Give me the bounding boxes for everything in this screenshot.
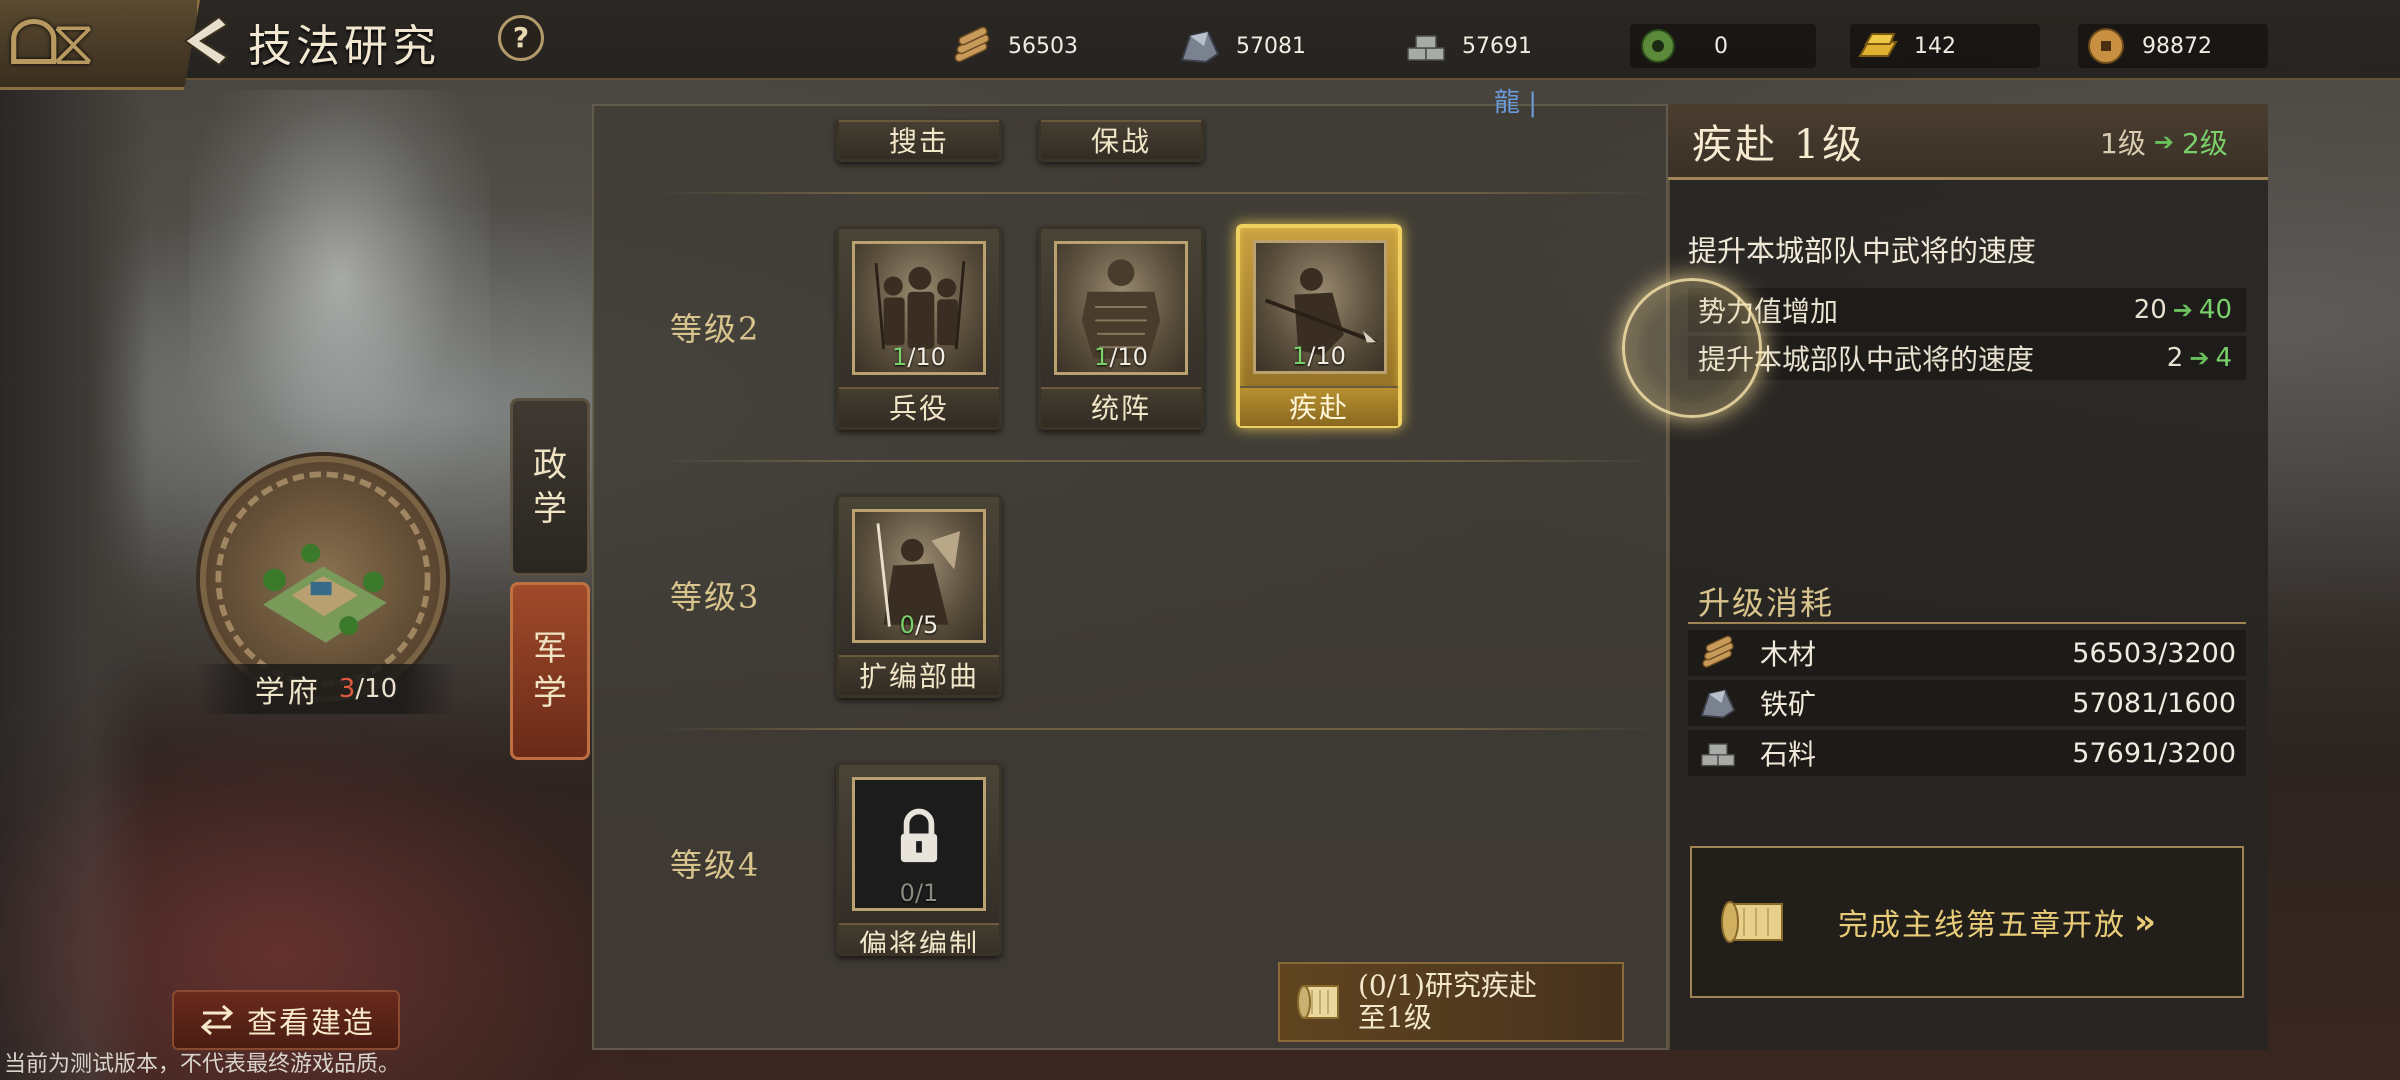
- iron-icon: [1700, 689, 1736, 719]
- skill-progress: 1/10: [1094, 343, 1148, 371]
- back-arrow-icon: [183, 15, 229, 67]
- skill-card-name: 搜击: [839, 120, 999, 159]
- cost-row-wood: 木材 56503/3200: [1688, 630, 2246, 676]
- scroll-icon: [1297, 985, 1339, 1019]
- row-divider: [650, 192, 1660, 194]
- skill-card-tongzhen[interactable]: 1/10 统阵: [1038, 226, 1204, 430]
- skill-card-jifu[interactable]: 1/10 疾赴: [1236, 224, 1402, 428]
- stone-icon: [1404, 26, 1448, 66]
- academy-label: 学府 3/10: [196, 664, 456, 714]
- skill-card-partial[interactable]: 保战: [1038, 120, 1204, 162]
- cost-divider: [1688, 622, 2246, 624]
- stat-row: 势力值增加 20 ➔ 40: [1688, 288, 2246, 332]
- tutorial-highlight-orb[interactable]: [1622, 278, 1762, 418]
- resource-stone-value: 57691: [1462, 33, 1532, 59]
- wood-icon: [1702, 635, 1734, 668]
- arrow-right-icon: ➔: [2189, 344, 2210, 372]
- cost-row-stone: 石料 57691/3200: [1688, 730, 2246, 776]
- coin-icon: [2084, 26, 2128, 66]
- skill-card-name: 扩编部曲: [839, 655, 999, 695]
- academy-level: 3/10: [338, 674, 398, 704]
- resource-jade[interactable]: 0: [1630, 24, 1816, 68]
- double-chevron-icon: »: [2134, 902, 2156, 942]
- cost-row-iron: 铁矿 57081/1600: [1688, 680, 2246, 726]
- skill-progress: 0/1: [899, 879, 939, 907]
- task-text: (0/1)研究疾赴 至1级: [1358, 969, 1537, 1034]
- resource-wood[interactable]: 56503: [950, 24, 1078, 68]
- skill-description: 提升本城部队中武将的速度: [1688, 234, 2037, 268]
- view-build-label: 查看建造: [247, 1006, 375, 1041]
- iron-icon: [1178, 26, 1222, 66]
- swap-arrows-icon: [200, 1004, 234, 1036]
- level-label: 等级4: [670, 846, 761, 884]
- back-button[interactable]: [170, 8, 240, 74]
- skill-card-kuobian[interactable]: 0/5 扩编部曲: [836, 494, 1002, 698]
- test-version-disclaimer: 当前为测试版本，不代表最终游戏品质。: [4, 1052, 401, 1077]
- skill-card-partial[interactable]: 搜击: [836, 120, 1002, 162]
- skill-card-pianjiang[interactable]: 0/1 偏将编制: [836, 762, 1002, 956]
- skill-card-bingyi[interactable]: 1/10 兵役: [836, 226, 1002, 430]
- arrow-right-icon: ➔: [2153, 128, 2174, 156]
- skill-progress: 0/5: [899, 611, 939, 639]
- resource-iron-value: 57081: [1236, 33, 1306, 59]
- arrow-right-icon: ➔: [2172, 296, 2193, 324]
- skill-card-name: 偏将编制: [839, 923, 999, 953]
- skill-progress: 1/10: [892, 343, 946, 371]
- detail-title: 疾赴 1级: [1692, 122, 1866, 168]
- scroll-icon: [1721, 901, 1783, 943]
- level-label: 等级3: [670, 578, 761, 616]
- upgrade-cost-title: 升级消耗: [1698, 584, 1835, 622]
- resource-stone[interactable]: 57691: [1404, 24, 1532, 68]
- wood-icon: [950, 26, 994, 66]
- tab-politics[interactable]: 政 学: [510, 398, 590, 576]
- page-title: 技法研究: [248, 21, 440, 72]
- resource-iron[interactable]: 57081: [1178, 24, 1306, 68]
- gold-icon: [1856, 26, 1900, 66]
- jade-icon: [1636, 26, 1680, 66]
- level-label: 等级2: [670, 310, 761, 348]
- resource-coin[interactable]: 98872: [2078, 24, 2268, 68]
- unlock-condition-button[interactable]: 完成主线第五章开放 »: [1690, 846, 2244, 998]
- skill-card-name: 兵役: [839, 387, 999, 427]
- row-divider: [650, 728, 1660, 730]
- skill-card-name: 疾赴: [1240, 386, 1398, 426]
- skill-card-name: 统阵: [1041, 387, 1201, 427]
- view-build-button[interactable]: 查看建造: [172, 990, 400, 1050]
- skill-card-name: 保战: [1041, 120, 1201, 159]
- resource-gold-value: 142: [1914, 33, 1956, 59]
- stone-icon: [1701, 743, 1735, 767]
- unlock-text: 完成主线第五章开放: [1838, 908, 2126, 943]
- tab-military[interactable]: 军 学: [510, 582, 590, 760]
- skill-progress: 1/10: [1292, 342, 1346, 370]
- detail-level-change: 1级 ➔ 2级: [2100, 127, 2228, 160]
- resource-wood-value: 56503: [1008, 33, 1078, 59]
- resource-jade-value: 0: [1714, 33, 1728, 59]
- academy-name: 学府: [254, 675, 321, 710]
- resource-gold[interactable]: 142: [1850, 24, 2040, 68]
- background-window: [190, 90, 490, 510]
- row-divider: [650, 460, 1660, 462]
- research-task-button[interactable]: (0/1)研究疾赴 至1级: [1278, 962, 1624, 1042]
- help-button[interactable]: ?: [498, 15, 544, 61]
- resource-coin-value: 98872: [2142, 33, 2212, 59]
- stat-row: 提升本城部队中武将的速度 2 ➔ 4: [1688, 336, 2246, 380]
- server-label: 龍 |: [1494, 88, 1538, 118]
